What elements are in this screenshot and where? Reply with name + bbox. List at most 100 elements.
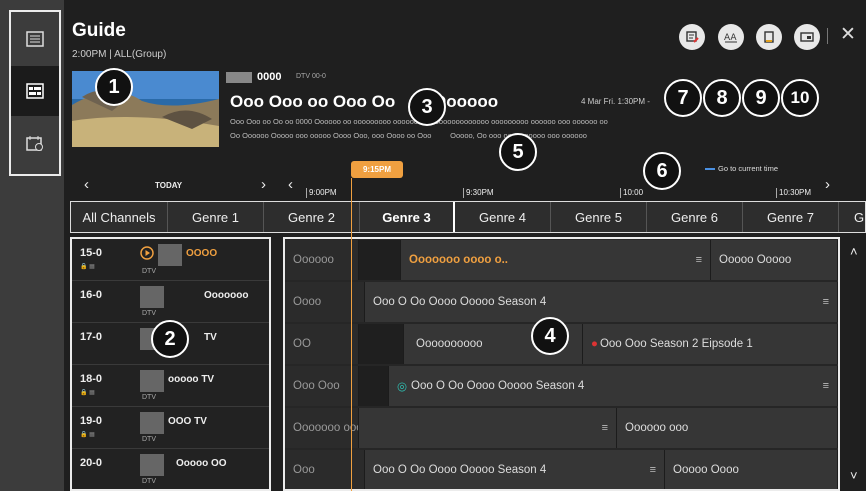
program-description-line: Oo Oooooo Ooooo ooo ooooo Oooo Ooo, ooo … <box>230 131 587 140</box>
lock-icon: 🔒 ▦ <box>80 390 95 396</box>
toolbar-separator <box>827 28 828 44</box>
tab-genre-7[interactable]: Genre 7 <box>743 202 839 232</box>
lock-icon: 🔒 ▦ <box>80 264 95 270</box>
channel-row[interactable]: 19-0 🔒 ▦ OOO TV DTV <box>72 407 269 449</box>
program-cell[interactable]: Oooo <box>285 282 365 322</box>
rail-item-list[interactable] <box>11 14 59 64</box>
time-tick: 10:30PM <box>776 188 811 198</box>
callout-7: 7 <box>664 79 702 117</box>
genre-tabs: All Channels Genre 1 Genre 2 Genre 3 Gen… <box>70 201 866 233</box>
program-cell[interactable]: Oooooo <box>285 240 359 280</box>
channel-row-type: DTV <box>142 268 156 275</box>
program-cell[interactable]: Ooooo Oooo <box>665 450 838 489</box>
scroll-up-button[interactable]: ˄ <box>850 244 858 259</box>
tv-guide-screen: Guide 2:00PM | ALL(Group) AA ✕ 0000 DTV … <box>0 0 866 491</box>
callout-9: 9 <box>742 79 780 117</box>
channel-row[interactable]: 18-0 🔒 ▦ ooooo TV DTV <box>72 365 269 407</box>
close-button[interactable]: ✕ <box>840 23 856 46</box>
channel-row-type: DTV <box>142 478 156 485</box>
channel-row[interactable]: 15-0 🔒 ▦ OOOO DTV <box>72 239 269 281</box>
program-cell[interactable]: Ooooooo ooo ▣ <box>285 408 359 448</box>
menu-icon: ≡ <box>822 380 829 392</box>
program-cell[interactable]: Ooooo Ooooo <box>711 240 838 280</box>
time-tick: 9:00PM <box>306 188 337 198</box>
side-rail <box>0 0 64 491</box>
pip-button[interactable] <box>794 24 820 50</box>
tab-genre-1[interactable]: Genre 1 <box>168 202 264 232</box>
program-cell-title: Ooo O Oo Oooo Ooooo Season 4 <box>373 464 547 476</box>
program-cell[interactable] <box>359 324 404 364</box>
channel-row-type: DTV <box>142 394 156 401</box>
program-cell[interactable]: Ooo O Oo Oooo Ooooo Season 4 ≡ <box>365 450 665 489</box>
program-cell-title: Ooooooo oooo o.. <box>409 254 508 266</box>
grid-guide-icon <box>26 83 44 99</box>
channel-row-name: OOO TV <box>168 416 207 427</box>
program-datetime: 4 Mar Fri. 1:30PM - <box>581 97 650 106</box>
scroll-down-button[interactable]: ˅ <box>850 468 858 483</box>
channel-number: 0000 <box>257 71 282 83</box>
record-dot-icon: ● <box>591 338 598 350</box>
callout-10: 10 <box>781 79 819 117</box>
record-icon <box>686 31 699 43</box>
menu-icon: ≡ <box>822 296 829 308</box>
channel-logo <box>140 286 164 308</box>
channel-type: DTV 00-0 <box>296 73 326 80</box>
tab-genre-3[interactable]: Genre 3 <box>360 202 455 232</box>
time-tick: 10:00 <box>620 188 643 198</box>
program-cell[interactable]: Ooo <box>285 450 365 489</box>
play-icon <box>140 246 154 260</box>
page-title: Guide <box>72 20 126 41</box>
program-cell[interactable]: Ooooooo oooo o.. ≡ <box>401 240 711 280</box>
menu-icon: ≡ <box>695 254 702 266</box>
current-time-line <box>351 178 352 491</box>
reminder-button[interactable] <box>756 24 782 50</box>
tab-genre-6[interactable]: Genre 6 <box>647 202 743 232</box>
picture-in-picture-icon <box>800 32 814 42</box>
program-cell[interactable]: ≡ <box>359 408 617 448</box>
text-size-button[interactable]: AA <box>718 24 744 50</box>
program-cell[interactable]: Oooooo ooo <box>617 408 838 448</box>
tab-genre-8[interactable]: G <box>839 202 865 232</box>
program-cell-title: Ooo Ooo Season 2 Eipsode 1 <box>599 338 753 350</box>
tab-all-channels[interactable]: All Channels <box>71 202 168 232</box>
program-cell[interactable] <box>359 240 401 280</box>
program-cell[interactable] <box>359 366 389 406</box>
rail-item-guide[interactable] <box>11 66 59 116</box>
channel-row[interactable]: 16-0 Ooooooo DTV <box>72 281 269 323</box>
rail-item-schedule[interactable] <box>11 118 59 168</box>
previous-day-button[interactable]: ‹ <box>84 176 89 193</box>
program-cell[interactable]: ● Ooo Ooo Season 2 Eipsode 1 <box>583 324 838 364</box>
tab-genre-2[interactable]: Genre 2 <box>264 202 360 232</box>
channel-logo <box>226 72 252 83</box>
program-cell[interactable]: ◎ Ooo O Oo Oooo Ooooo Season 4 ≡ <box>389 366 838 406</box>
go-to-current-time-button[interactable]: Go to current time <box>718 164 778 173</box>
program-cell[interactable]: Ooo Ooo <box>285 366 359 406</box>
time-tick: 9:30PM <box>463 188 494 198</box>
channel-row-number: 18-0 <box>80 373 103 385</box>
go-to-current-marker <box>705 168 715 170</box>
channel-row-number: 19-0 <box>80 415 103 427</box>
tab-genre-4[interactable]: Genre 4 <box>455 202 551 232</box>
next-time-button[interactable]: › <box>825 176 830 193</box>
list-icon <box>26 31 44 47</box>
channel-row-type: DTV <box>142 436 156 443</box>
program-grid: Oooooo Ooooooo oooo o.. ≡ Ooooo Ooooo Oo… <box>283 237 840 491</box>
channel-row-type: DTV <box>142 310 156 317</box>
record-button[interactable] <box>679 24 705 50</box>
tab-genre-5[interactable]: Genre 5 <box>551 202 647 232</box>
channel-logo <box>140 370 164 392</box>
callout-8: 8 <box>703 79 741 117</box>
menu-icon: ≡ <box>601 422 608 434</box>
previous-time-button[interactable]: ‹ <box>288 176 293 193</box>
next-day-button[interactable]: › <box>261 176 266 193</box>
channel-row-number: 20-0 <box>80 457 103 469</box>
channel-row[interactable]: 20-0 Ooooo OO DTV <box>72 449 269 491</box>
reminder-icon <box>764 31 774 43</box>
text-size-icon: AA <box>724 33 737 43</box>
channel-row-number: 17-0 <box>80 331 103 343</box>
channel-row-name: Ooooo OO <box>176 458 227 469</box>
program-cell[interactable]: Ooo O Oo Oooo Ooooo Season 4 ≡ <box>365 282 838 322</box>
channel-list: 15-0 🔒 ▦ OOOO DTV 16-0 Ooooooo DTV 17-0 … <box>70 237 271 491</box>
callout-6: 6 <box>643 152 681 190</box>
program-cell[interactable]: OO <box>285 324 359 364</box>
